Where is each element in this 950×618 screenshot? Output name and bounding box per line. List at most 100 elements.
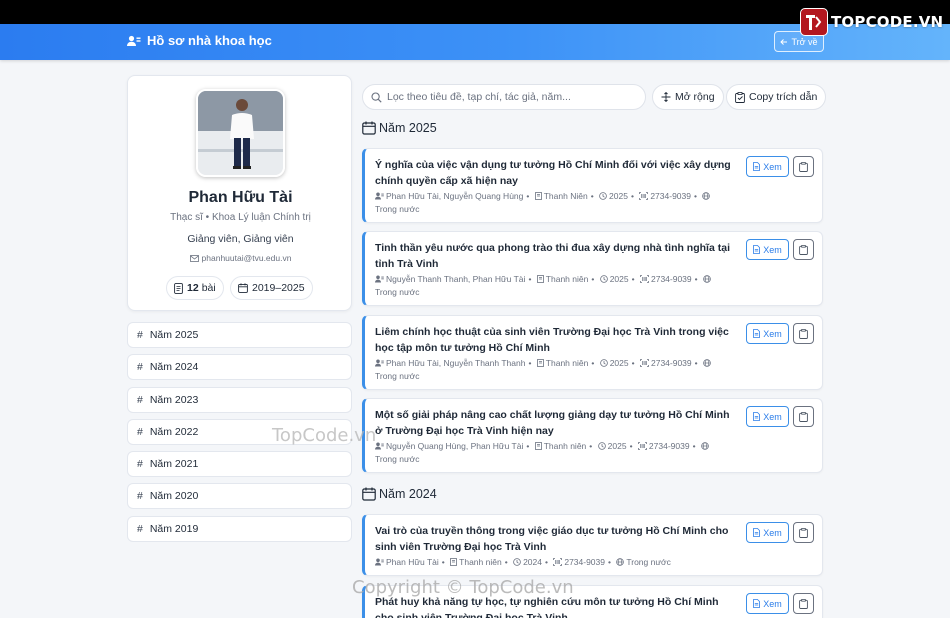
publication-meta: Nguyễn Quang Hùng, Phan Hữu Tài • Thanh n… (375, 440, 735, 466)
section-heading-2025: Năm 2025 (362, 121, 437, 135)
search-box[interactable] (362, 84, 646, 110)
authors-icon (375, 442, 384, 450)
barcode-icon (638, 442, 647, 450)
publication-title[interactable]: Vai trò của truyền thông trong việc giáo… (375, 523, 735, 555)
header-brand[interactable]: Hồ sơ nhà khoa học (127, 33, 272, 48)
clock-icon (597, 442, 606, 450)
globe-icon (703, 359, 711, 367)
publication-card: Một số giải pháp nâng cao chất lượng giả… (362, 398, 823, 473)
profile-name: Phan Hữu Tài (188, 189, 293, 206)
file-icon (753, 528, 761, 537)
publication-count-badge: 12 bài (166, 276, 224, 300)
clipboard-icon (799, 598, 808, 609)
year-nav-item-2020[interactable]: # Năm 2020 (127, 483, 352, 510)
globe-icon (616, 558, 625, 566)
view-button-label: Xem (763, 161, 782, 172)
year-nav-item-2025[interactable]: # Năm 2025 (127, 322, 352, 348)
year-range-text: 2019–2025 (252, 282, 305, 294)
publication-authors: Phan Hữu Tài, Nguyễn Quang Hùng (386, 191, 524, 201)
publication-issn: 2734-9039 (650, 191, 691, 201)
publication-year: 2025 (607, 441, 627, 451)
clock-icon (513, 558, 521, 566)
publication-issn: 2734-9039 (650, 274, 692, 284)
file-icon (753, 162, 761, 171)
topcode-logo-icon (800, 8, 828, 36)
year-nav-item-2023[interactable]: # Năm 2023 (127, 386, 352, 413)
view-button[interactable]: Xem (746, 239, 789, 260)
publication-journal: Thanh niên (459, 557, 502, 567)
clock-icon (599, 275, 608, 283)
barcode-icon (640, 275, 649, 283)
hash-icon: # (137, 425, 143, 438)
publication-title[interactable]: Một số giải pháp nâng cao chất lượng giả… (375, 407, 735, 439)
copy-button[interactable] (793, 593, 814, 614)
authors-icon (375, 192, 384, 200)
publication-title[interactable]: Ý nghĩa của việc vận dụng tư tưởng Hồ Ch… (375, 157, 735, 189)
file-icon (753, 412, 761, 421)
file-icon (753, 329, 761, 338)
copy-button[interactable] (793, 323, 814, 344)
year-nav-label: Năm 2021 (149, 458, 199, 471)
year-nav-item-2024[interactable]: # Năm 2024 (127, 354, 352, 381)
view-button[interactable]: Xem (746, 323, 789, 344)
view-button[interactable]: Xem (746, 406, 789, 427)
clipboard-icon (799, 244, 808, 255)
profile-email-text: phanhuutai@tvu.edu.vn (201, 253, 292, 263)
clipboard-icon (799, 527, 808, 538)
copy-citation-label: Copy trích dẫn (749, 91, 818, 103)
year-nav-label: Năm 2020 (149, 490, 199, 503)
calendar-icon (238, 283, 248, 293)
journal-icon (534, 192, 542, 200)
publication-title[interactable]: Tinh thần yêu nước qua phong trào thi đu… (375, 240, 735, 272)
profile-email[interactable]: phanhuutai@tvu.edu.vn (128, 253, 353, 263)
authors-icon (375, 275, 384, 283)
year-nav-item-2021[interactable]: # Năm 2021 (127, 451, 352, 478)
hash-icon: # (137, 329, 143, 341)
publication-authors: Nguyễn Quang Hùng, Phan Hữu Tài (386, 441, 524, 451)
publication-authors: Phan Hữu Tài (386, 557, 439, 567)
section-year-label: Năm 2025 (379, 121, 437, 135)
publication-authors: Phan Hữu Tài, Nguyễn Thanh Thanh (386, 358, 526, 368)
publication-card: Ý nghĩa của việc vận dụng tư tưởng Hồ Ch… (362, 148, 823, 223)
calendar-icon (362, 121, 376, 135)
view-button[interactable]: Xem (746, 156, 789, 177)
expand-arrows-icon (661, 92, 671, 102)
logo-text-vn: .VN (912, 13, 944, 31)
barcode-icon (640, 359, 649, 367)
hash-icon: # (137, 361, 143, 374)
expand-button-label: Mở rộng (675, 91, 715, 103)
year-nav-label: Năm 2019 (149, 522, 199, 535)
copy-button[interactable] (793, 239, 814, 260)
publication-journal: Thanh niên (545, 274, 589, 284)
copy-citation-button[interactable]: Copy trích dẫn (726, 84, 827, 110)
header-title: Hồ sơ nhà khoa học (147, 33, 272, 48)
publication-meta: Phan Hữu Tài, Nguyễn Quang Hùng • Thanh N… (375, 190, 735, 216)
publication-year: 2025 (609, 274, 629, 284)
publication-issn: 2734-9039 (564, 557, 605, 567)
publication-year: 2024 (523, 557, 542, 567)
publication-meta: Phan Hữu Tài, Nguyễn Thanh Thanh • Thanh … (375, 357, 735, 383)
hash-icon: # (137, 458, 143, 471)
search-input[interactable] (387, 91, 637, 103)
profile-card: Phan Hữu Tài Thạc sĩ • Khoa Lý luận Chín… (127, 75, 352, 311)
journal-icon (536, 359, 544, 367)
view-button[interactable]: Xem (746, 593, 789, 614)
view-button[interactable]: Xem (746, 522, 789, 543)
publication-title[interactable]: Liêm chính học thuật của sinh viên Trườn… (375, 324, 735, 356)
publication-card: Liêm chính học thuật của sinh viên Trườn… (362, 315, 823, 390)
publication-scope: Trong nước (626, 557, 671, 567)
back-button-label: Trở về (791, 36, 818, 47)
publication-issn: 2734-9039 (648, 441, 690, 451)
file-icon (753, 599, 761, 608)
copy-button[interactable] (793, 406, 814, 427)
year-nav-label: Năm 2024 (149, 361, 199, 374)
year-nav-item-2019[interactable]: # Năm 2019 (127, 515, 352, 542)
view-button-label: Xem (763, 411, 782, 422)
copy-button[interactable] (793, 156, 814, 177)
copy-button[interactable] (793, 522, 814, 543)
expand-button[interactable]: Mở rộng (652, 84, 724, 110)
publication-journal: Thanh niên (545, 358, 589, 368)
barcode-icon (639, 192, 649, 200)
hash-icon: # (137, 490, 143, 503)
view-button-label: Xem (763, 328, 782, 339)
